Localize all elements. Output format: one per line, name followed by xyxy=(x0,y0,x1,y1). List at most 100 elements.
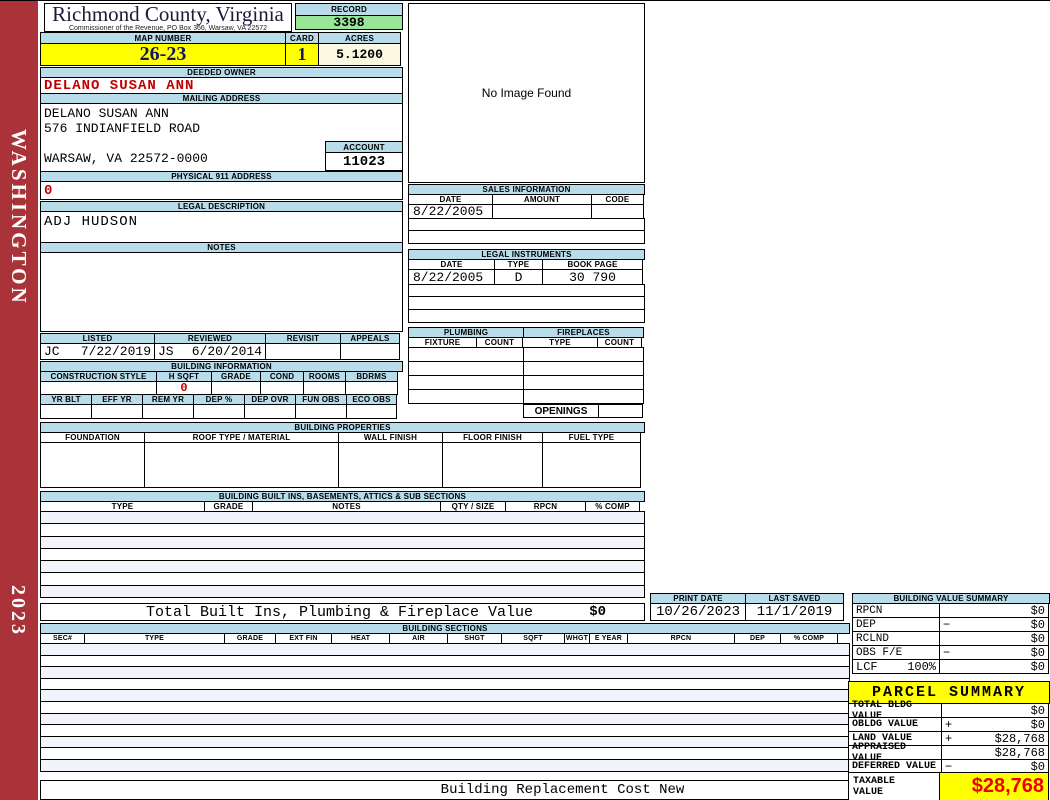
li-bookpage: 30 790 xyxy=(542,269,643,285)
construction-style-value[interactable] xyxy=(40,381,157,395)
bvs-label: LCF xyxy=(856,659,878,674)
built-ins-total-value: $0 xyxy=(589,604,606,620)
appeals-value[interactable] xyxy=(340,343,400,360)
bvs-value-cell: − $0 xyxy=(939,617,1049,632)
acres-value[interactable]: 5.1200 xyxy=(318,43,401,66)
built-ins-empty-row[interactable] xyxy=(40,584,645,599)
built-ins-empty-row[interactable] xyxy=(40,572,645,586)
plumbing-fireplace-row[interactable] xyxy=(408,347,645,362)
built-ins-total-row: Total Built Ins, Plumbing & Fireplace Va… xyxy=(40,603,645,621)
deeded-owner-value[interactable]: DELANO SUSAN ANN xyxy=(40,77,403,94)
bvs-label: DEP xyxy=(852,617,940,632)
property-record-card: WASHINGTON 2023 Richmond County, Virgini… xyxy=(0,0,1050,800)
bvs-lcf-pct: 100% xyxy=(907,659,936,674)
ps-value-cell: $0 xyxy=(941,703,1049,718)
mailing-line-1: DELANO SUSAN ANN xyxy=(44,106,169,121)
building-info-row2-values[interactable] xyxy=(40,404,403,419)
legal-description-value[interactable]: ADJ HUDSON xyxy=(40,211,403,243)
legal-instrument-row[interactable]: 8/22/2005 D 30 790 xyxy=(408,269,645,285)
tax-year: 2023 xyxy=(7,585,29,637)
bvs-label: OBS F/E xyxy=(852,645,940,660)
ps-value: $28,768 xyxy=(994,745,1045,760)
photo-panel: No Image Found xyxy=(408,3,645,183)
taxable-value-label: TAXABLE VALUE xyxy=(848,772,940,800)
district-sidebar: WASHINGTON 2023 xyxy=(0,1,38,800)
ps-op: + xyxy=(945,731,953,746)
built-ins-empty-row[interactable] xyxy=(40,511,645,525)
bvs-row: RPCN $0 xyxy=(852,603,1050,618)
bvs-value-cell: $0 xyxy=(939,603,1049,618)
sales-row[interactable]: 8/22/2005 xyxy=(408,204,645,219)
plumbing-fireplace-row[interactable] xyxy=(408,389,645,404)
ps-value-cell: + $28,768 xyxy=(941,731,1049,746)
sale-code xyxy=(591,204,644,219)
listed-date: 7/22/2019 xyxy=(80,344,151,359)
grade-value[interactable] xyxy=(211,381,261,395)
record-value[interactable]: 3398 xyxy=(295,15,403,30)
plumbing-fireplace-row[interactable] xyxy=(408,375,645,390)
building-sections-empty-row[interactable] xyxy=(40,758,850,772)
map-number-value[interactable]: 26-23 xyxy=(40,43,286,66)
reviewed-by: JS xyxy=(158,344,174,359)
listed-by: JC xyxy=(44,344,60,359)
ps-label: TOTAL BLDG VALUE xyxy=(848,700,942,722)
last-saved-value: 11/1/2019 xyxy=(745,603,844,621)
sales-empty-row[interactable] xyxy=(408,230,645,244)
sale-date: 8/22/2005 xyxy=(408,204,493,219)
rooms-value[interactable] xyxy=(303,381,346,395)
bvs-value: $0 xyxy=(1030,617,1045,632)
account-value[interactable]: 11023 xyxy=(325,152,403,171)
built-ins-total-label: Total Built Ins, Plumbing & Fireplace Va… xyxy=(146,603,534,621)
bdrms-value[interactable] xyxy=(345,381,398,395)
bvs-value: $0 xyxy=(1030,645,1045,660)
legal-empty-row[interactable] xyxy=(408,296,645,310)
listed-value[interactable]: JC 7/22/2019 xyxy=(40,343,155,360)
no-image-message: No Image Found xyxy=(481,86,572,100)
bvs-label: RCLND xyxy=(852,631,940,646)
county-title: Richmond County, Virginia xyxy=(52,2,284,26)
bvs-value: $0 xyxy=(1030,659,1045,674)
bvs-op: − xyxy=(943,645,951,660)
li-type: D xyxy=(494,269,543,285)
bvs-value: $0 xyxy=(1030,603,1045,618)
card-value[interactable]: 1 xyxy=(285,43,319,66)
roof-value[interactable] xyxy=(144,442,339,488)
ps-value: $0 xyxy=(1030,717,1045,732)
ps-value-cell: + $0 xyxy=(941,717,1049,732)
built-ins-empty-row[interactable] xyxy=(40,535,645,549)
taxable-value-cell: $28,768 xyxy=(939,772,1049,800)
ps-label: OBLDG VALUE xyxy=(848,717,942,732)
reviewed-date: 6/20/2014 xyxy=(191,344,262,359)
notes-value[interactable] xyxy=(40,252,403,332)
built-ins-empty-row[interactable] xyxy=(40,523,645,537)
wall-finish-value[interactable] xyxy=(338,442,443,488)
ps-value: $0 xyxy=(1030,703,1045,718)
revisit-value[interactable] xyxy=(265,343,341,360)
foundation-value[interactable] xyxy=(40,442,145,488)
ps-row: APPRAISED VALUE $28,768 xyxy=(848,742,1050,764)
openings-label: OPENINGS xyxy=(523,404,599,418)
h-sqft-value[interactable]: 0 xyxy=(156,381,212,395)
physical-address-value[interactable]: 0 xyxy=(40,181,403,200)
bvs-value: $0 xyxy=(1030,631,1045,646)
plumbing-fireplace-row[interactable] xyxy=(408,361,645,376)
bvs-value-cell: $0 xyxy=(939,659,1049,674)
built-ins-empty-row[interactable] xyxy=(40,560,645,574)
bvs-lcf-cell: LCF 100% xyxy=(852,659,940,674)
floor-finish-value[interactable] xyxy=(442,442,543,488)
bvs-op: − xyxy=(943,617,951,632)
mailing-line-2: 576 INDIANFIELD ROAD xyxy=(44,121,201,136)
cond-value[interactable] xyxy=(260,381,304,395)
reviewed-value[interactable]: JS 6/20/2014 xyxy=(154,343,266,360)
legal-empty-row[interactable] xyxy=(408,309,645,323)
bvs-label: RPCN xyxy=(852,603,940,618)
bvs-value-cell: − $0 xyxy=(939,645,1049,660)
built-ins-empty-row[interactable] xyxy=(40,547,645,562)
ps-value: $28,768 xyxy=(994,731,1045,746)
ps-op: + xyxy=(945,717,953,732)
bvs-row: DEP − $0 xyxy=(852,617,1050,632)
commissioner-line: Commissioner of the Revenue, PO Box 366,… xyxy=(68,25,268,32)
fuel-type-value[interactable] xyxy=(542,442,641,488)
openings-value[interactable] xyxy=(598,404,643,418)
sale-amount xyxy=(492,204,592,219)
